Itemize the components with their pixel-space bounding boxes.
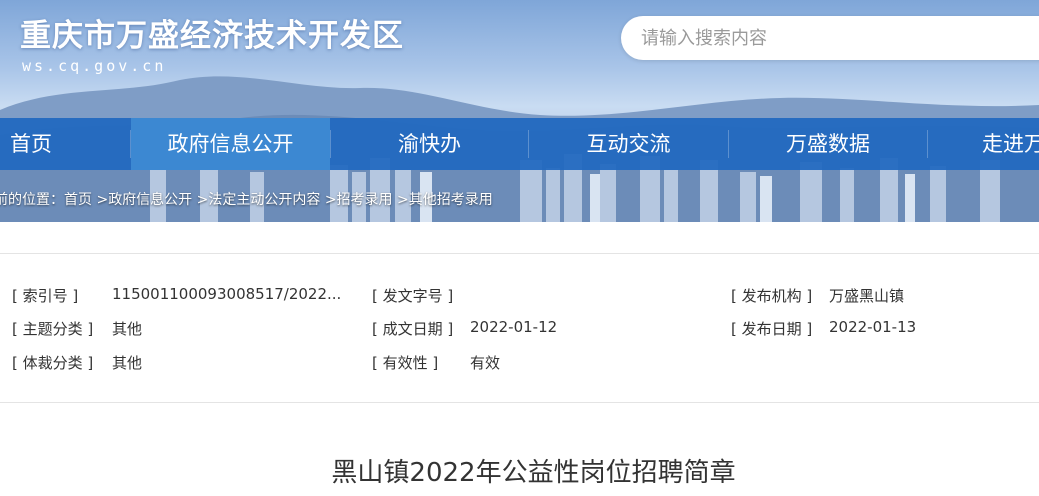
search-input[interactable] [641, 27, 1021, 49]
breadcrumb: 前的位置：首页 >政府信息公开 >法定主动公开内容 >招考录用 >其他招考录用 [0, 189, 493, 209]
topic-value: 其他 [112, 320, 143, 338]
breadcrumb-prefix: 前的位置： [0, 192, 64, 208]
nav-item-data[interactable]: 万盛数据 [729, 118, 927, 170]
site-title[interactable]: 重庆市万盛经济技术开发区 [20, 10, 404, 55]
breadcrumb-item-home[interactable]: 首页 [64, 192, 92, 208]
index-no-label: [ 索引号 ] [12, 287, 79, 305]
breadcrumb-separator: > [392, 192, 409, 208]
main-nav: 首页 政府信息公开 渝快办 互动交流 万盛数据 走进万 [0, 118, 1039, 170]
site-domain: ws.cq.gov.cn [22, 57, 167, 75]
breadcrumb-item-gov-info[interactable]: 政府信息公开 [108, 192, 192, 208]
publisher-value: 万盛黑山镇 [829, 287, 905, 305]
article-title: 黑山镇2022年公益性岗位招聘简章 [331, 458, 736, 488]
search-box[interactable] [621, 16, 1039, 60]
validity-label: [ 有效性 ] [372, 354, 439, 372]
publish-date-value: 2022-01-13 [829, 318, 917, 336]
genre-label: [ 体裁分类 ] [12, 354, 94, 372]
doc-no-label: [ 发文字号 ] [372, 287, 454, 305]
breadcrumb-item-recruitment[interactable]: 招考录用 [337, 192, 393, 208]
nav-item-interaction[interactable]: 互动交流 [529, 118, 728, 170]
validity-value: 有效 [470, 354, 501, 372]
breadcrumb-item-statutory[interactable]: 法定主动公开内容 [208, 192, 320, 208]
meta-row: [ 体裁分类 ] 其他 [ 有效性 ] 有效 [0, 352, 1039, 374]
nav-item-home[interactable]: 首页 [0, 118, 130, 170]
nav-item-gov-info[interactable]: 政府信息公开 [131, 118, 330, 170]
publish-date-label: [ 发布日期 ] [731, 320, 813, 338]
breadcrumb-separator: > [320, 192, 337, 208]
created-date-value: 2022-01-12 [470, 318, 558, 336]
publisher-label: [ 发布机构 ] [731, 287, 813, 305]
topic-label: [ 主题分类 ] [12, 320, 94, 338]
document-meta: [ 索引号 ] 115001100093008517/2022... [ 发文字… [0, 253, 1039, 403]
breadcrumb-separator: > [192, 192, 209, 208]
breadcrumb-separator: > [92, 192, 109, 208]
nav-item-yukuaiban[interactable]: 渝快办 [331, 118, 528, 170]
nav-item-about[interactable]: 走进万 [928, 118, 1039, 170]
meta-row: [ 索引号 ] 115001100093008517/2022... [ 发文字… [0, 285, 1039, 307]
meta-row: [ 主题分类 ] 其他 [ 成文日期 ] 2022-01-12 [ 发布日期 ]… [0, 318, 1039, 340]
genre-value: 其他 [112, 354, 143, 372]
index-no-value: 115001100093008517/2022... [112, 285, 342, 303]
breadcrumb-item-other-recruitment[interactable]: 其他招考录用 [409, 192, 493, 208]
created-date-label: [ 成文日期 ] [372, 320, 454, 338]
